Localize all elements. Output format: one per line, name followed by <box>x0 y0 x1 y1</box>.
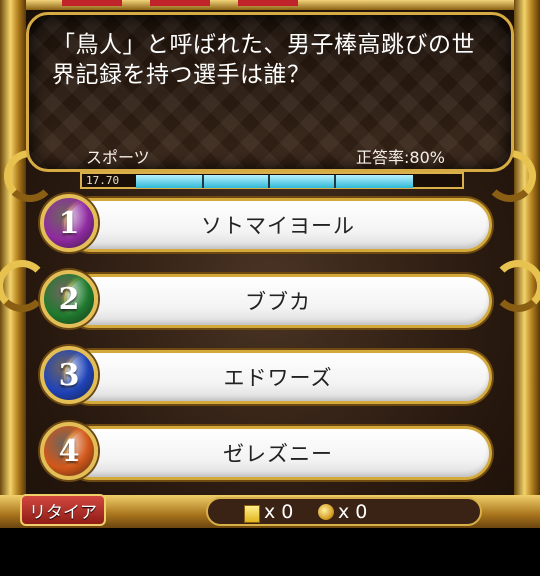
answer-label: ゼレズニー <box>223 442 333 466</box>
coin-count: x 0 <box>338 501 368 523</box>
answer-number-badge: 3 <box>40 346 98 404</box>
answer-option-4[interactable]: ゼレズニー 4 <box>40 422 494 484</box>
card-icon <box>244 505 260 523</box>
answer-number-badge: 1 <box>40 194 98 252</box>
retire-button[interactable]: リタイア <box>20 494 106 526</box>
timer-segment-divider <box>202 175 204 188</box>
answer-label: ブブカ <box>245 290 311 314</box>
answer-label: ソトマイヨール <box>201 214 355 238</box>
top-indicator <box>150 0 210 6</box>
coin-icon <box>318 504 334 520</box>
answer-option-1[interactable]: ソトマイヨール 1 <box>40 194 494 256</box>
top-indicator <box>62 0 122 6</box>
answer-number-badge: 4 <box>40 422 98 480</box>
timer-value: 17.70 <box>86 174 120 187</box>
answer-number-badge: 2 <box>40 270 98 328</box>
question-text: 「鳥人」と呼ばれた、男子棒高跳びの世界記録を持つ選手は誰？ <box>52 32 475 88</box>
answer-option-3[interactable]: エドワーズ 3 <box>40 346 494 408</box>
top-indicator <box>238 0 298 6</box>
scroll-ornament <box>492 260 540 312</box>
timer-segment-divider <box>334 175 336 188</box>
category-label: スポーツ <box>86 148 150 167</box>
answer-label: エドワーズ <box>223 366 333 390</box>
card-count: x 0 <box>264 501 294 523</box>
timer-fill <box>136 175 413 188</box>
timer-bar: 17.70 <box>80 172 464 189</box>
system-bar <box>0 528 540 576</box>
accuracy-label: 正答率:80% <box>356 148 445 167</box>
answer-option-2[interactable]: ブブカ 2 <box>40 270 494 332</box>
timer-segment-divider <box>268 175 270 188</box>
quiz-screen: 「鳥人」と呼ばれた、男子棒高跳びの世界記録を持つ選手は誰？ スポーツ 正答率:8… <box>0 0 540 528</box>
item-panel: x 0 x 0 <box>206 497 482 526</box>
